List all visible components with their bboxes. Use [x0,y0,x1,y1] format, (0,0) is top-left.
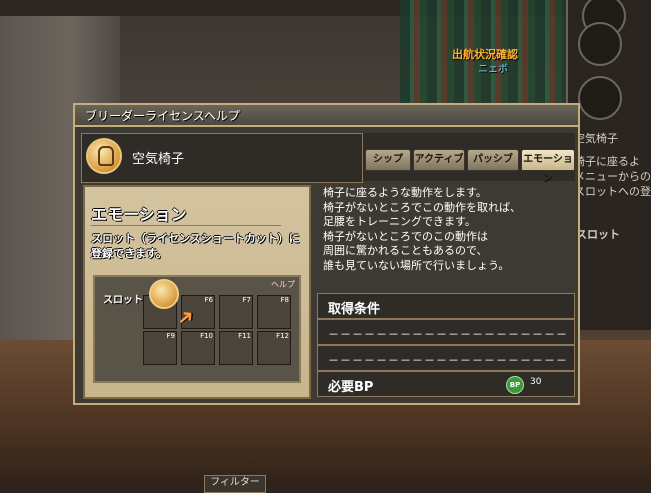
filter-button[interactable]: フィルター [204,475,266,493]
fkey-label: F10 [200,332,213,340]
skill-name: 空気椅子 [132,152,185,167]
license-help-window: ブリーダーライセンスヘルプ 空気椅子 シップ アクティブ パッシブ エモーション… [73,103,580,405]
description-line: 椅子に座るような動作をします。 [323,186,487,199]
fkey-label: F6 [204,296,213,304]
drag-skill-icon [149,279,179,309]
fkey-label: F12 [276,332,289,340]
description-line: 周囲に驚かれることもあるので、 [323,244,488,257]
slot-f7: F7 [219,295,253,329]
slot-label: スロット [103,295,143,306]
emotion-title: エモーション [91,205,187,224]
rp-text: スロット [576,228,620,241]
bp-label: 必要BP [328,380,374,395]
slot-f10: F10 [181,331,215,365]
slot-circle[interactable] [578,76,622,120]
bp-icon: BP [506,376,524,394]
tab-passive[interactable]: パッシブ [467,149,519,171]
slot-preview: ヘルプ スロット F5 F6 F7 F8 F9 F10 F11 F12 ➜ [93,275,301,383]
slot-f11: F11 [219,331,253,365]
skill-header: 空気椅子 [81,133,363,183]
fkey-label: F7 [242,296,251,304]
acquire-header: 取得条件 [317,293,575,319]
tab-emotion[interactable]: エモーション [521,149,575,185]
air-chair-icon [86,138,122,174]
rp-text: メニューからの [574,170,651,183]
slot-f8: F8 [257,295,291,329]
fkey-label: F11 [238,332,251,340]
slot-f12: F12 [257,331,291,365]
npc-name: ニェボ [478,64,508,75]
emotion-panel: エモーション スロット（ライセンスショートカット）に登録できます。 ヘルプ スロ… [83,185,311,399]
slot-f9: F9 [143,331,177,365]
description-line: 椅子がないところでこの動作を取れば、 [323,200,521,214]
slot-circle[interactable] [578,22,622,66]
acquire-row: －－－－－－－－－－－－－－－－－－－－－ [317,319,575,357]
acquire-row: －－－－－－－－－－－－－－－－－－－－－ [317,345,575,383]
description-line: 足腰をトレーニングできます。 [323,215,476,228]
tab-ship[interactable]: シップ [365,149,411,171]
fkey-label: F9 [166,332,175,340]
tab-active[interactable]: アクティブ [413,149,465,171]
rp-text: 空気椅子 [574,132,618,145]
acquire-title: 取得条件 [328,302,381,317]
skill-description: 椅子に座るような動作をします。 椅子がないところでこの動作を取れば、 足腰をトレ… [317,183,575,285]
bp-value: 30 [530,377,542,387]
fkey-label: F8 [280,296,289,304]
help-label[interactable]: ヘルプ [271,279,295,290]
tab-bar: シップ アクティブ パッシブ エモーション [363,133,575,185]
window-title[interactable]: ブリーダーライセンスヘルプ [75,105,578,127]
description-line: 誰も見ていない場所で行いましょう。 [323,258,510,272]
rp-text: 椅子に座るよ [574,155,640,168]
divider [91,225,281,226]
bp-row: 必要BP BP 30 [317,371,575,397]
emotion-description: スロット（ライセンスショートカット）に登録できます。 [91,232,300,260]
description-line: 椅子がないところでのこの動作は [323,229,488,243]
rp-text: スロットへの登 [574,185,651,198]
